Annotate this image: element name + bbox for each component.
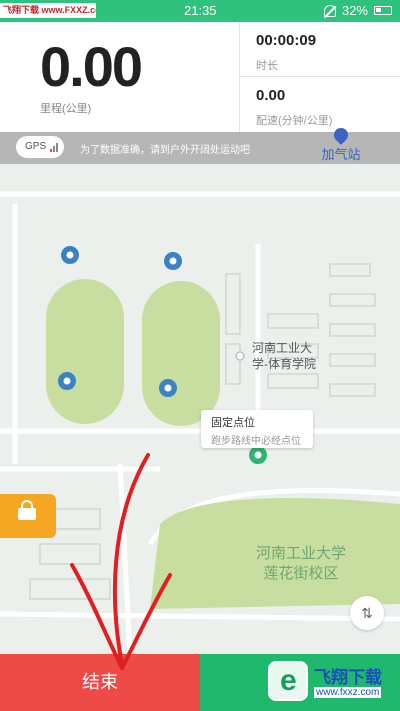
pace-value: 0.00 <box>256 87 286 104</box>
corner-watermark: 飞翔下载 www.fxxz.com <box>268 661 390 705</box>
end-run-button[interactable]: 结束 <box>0 654 200 711</box>
lock-icon <box>18 500 36 520</box>
gps-signal-badge: GPS <box>16 136 64 158</box>
duration-value: 00:00:09 <box>256 32 317 49</box>
fixed-point-bubble[interactable]: 固定点位 跑步路线中必经点位 <box>201 410 313 448</box>
gas-station-label: 加气站 <box>321 147 361 162</box>
poi-line-1: 河南工业大 <box>252 341 313 355</box>
gps-tip-text: 为了数据准确，请到户外开阔处运动吧 <box>80 145 250 156</box>
gas-station-button[interactable]: 加气站 <box>316 125 366 164</box>
poi-line-2: 学-体育学院 <box>252 357 316 371</box>
bubble-subtitle: 跑步路线中必经点位 <box>211 436 301 447</box>
distance-value: 0.00 <box>40 35 143 98</box>
duration-label: 时长 <box>256 60 278 72</box>
map-view[interactable]: 河南工业大 学-体育学院 河南工业大学 莲花街校区 固定点位 跑步路线中必经点位… <box>0 164 400 654</box>
distance-label: 里程(公里) <box>40 103 92 115</box>
watermark-url: www.fxxz.com <box>314 687 382 698</box>
mute-bell-icon <box>323 4 336 17</box>
signal-bars-icon <box>50 143 58 152</box>
bubble-title: 固定点位 <box>211 417 255 429</box>
distance-cell: 0.00 里程(公里) <box>0 22 240 132</box>
gps-banner: GPS 为了数据准确，请到户外开阔处运动吧 加气站 <box>0 125 400 164</box>
run-stats-panel: 0.00 里程(公里) 00:00:09 时长 0.00 配速(分钟/公里) <box>0 22 400 132</box>
sports-field-left <box>46 279 124 424</box>
status-bar: 飞翔下载 www.FXXZ.com 21:35 32% <box>0 0 400 22</box>
sports-field-right <box>142 281 220 426</box>
campus-line-1: 河南工业大学 <box>255 545 346 562</box>
watermark-text: 飞翔下载 <box>314 668 382 687</box>
fixed-point-pin <box>249 446 267 472</box>
location-toggle-button[interactable]: ⇅ <box>350 596 384 630</box>
watermark-logo-icon <box>268 661 308 701</box>
campus-label: 河南工业大学 莲花街校区 <box>246 544 356 584</box>
battery-percent: 32% <box>341 3 368 18</box>
lock-screen-button[interactable] <box>0 494 56 538</box>
status-time: 21:35 <box>184 3 217 18</box>
pace-cell: 0.00 配速(分钟/公里) <box>240 77 400 132</box>
pace-label: 配速(分钟/公里) <box>256 115 333 127</box>
campus-line-2: 莲花街校区 <box>263 565 339 582</box>
poi-sports-college[interactable]: 河南工业大 学-体育学院 <box>252 340 316 372</box>
status-right: 32% <box>323 3 392 18</box>
status-watermark: 飞翔下载 www.FXXZ.com <box>0 3 96 18</box>
duration-cell: 00:00:09 时长 <box>240 22 400 77</box>
battery-icon <box>374 6 392 15</box>
gps-badge-label: GPS <box>25 141 47 152</box>
updown-arrows-icon: ⇅ <box>361 605 373 621</box>
